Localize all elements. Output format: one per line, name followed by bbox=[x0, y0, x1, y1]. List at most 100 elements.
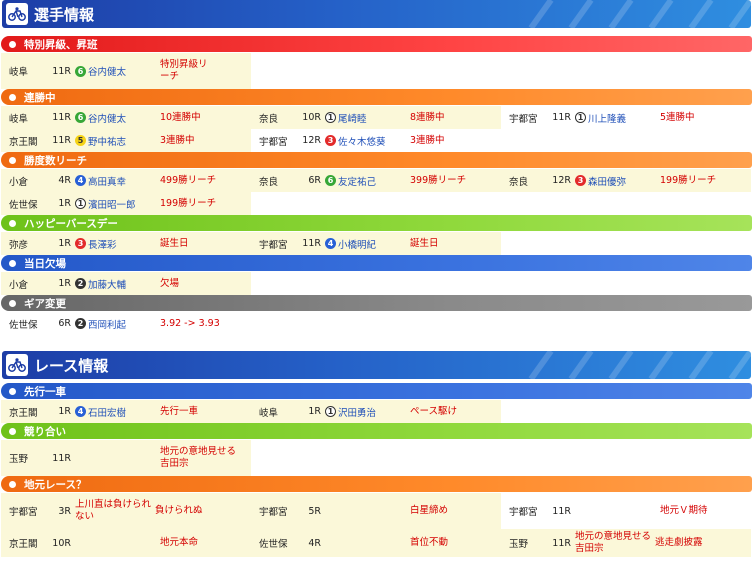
table-row: 佐世保 1R 1 濱田昭一郎 199勝リーチ bbox=[1, 192, 752, 215]
list-item: 奈良 12R 3 森田優弥 199勝リーチ bbox=[501, 169, 751, 192]
cell-race: 4R bbox=[308, 537, 321, 549]
cell-player: 野中祐志 bbox=[88, 136, 127, 148]
cell-race: 5R bbox=[308, 505, 321, 517]
cell-venue: 奈良 bbox=[509, 176, 529, 188]
cell-race: 4R bbox=[58, 175, 71, 186]
player-link[interactable]: 4 石田宏樹 bbox=[75, 405, 160, 419]
bullet-icon bbox=[9, 219, 16, 227]
player-link[interactable]: 4 高田真幸 bbox=[75, 174, 160, 188]
players-info-header: 選手情報 bbox=[2, 0, 751, 28]
race-info-header: レース情報 bbox=[2, 351, 751, 379]
bullet-icon bbox=[9, 480, 16, 488]
bike-number-badge: 1 bbox=[75, 198, 86, 209]
cell-race: 12R bbox=[552, 175, 571, 186]
bike-number-badge: 3 bbox=[75, 238, 86, 249]
player-link[interactable]: 6 友定祐己 bbox=[325, 174, 410, 188]
bullet-icon bbox=[9, 387, 16, 395]
table-row: 岐阜 11R 6 谷内健太 特別昇級リーチ bbox=[1, 53, 752, 89]
bike-number-badge: 2 bbox=[75, 278, 86, 289]
bicycle-icon bbox=[6, 354, 28, 376]
list-item: 京王閣 10R 地元本命 bbox=[1, 529, 251, 557]
cell-note: 10連勝中 bbox=[160, 111, 201, 123]
table-row: 小倉 4R 4 高田真幸 499勝リーチ 奈良 6R 6 友定祐己 399勝リーチ 奈良 12R 3… bbox=[1, 169, 752, 192]
cell-note: 地元本命 bbox=[160, 537, 199, 548]
player-link[interactable]: 5 野中祐志 bbox=[75, 134, 160, 148]
cell-note: 3.92 -> 3.93 bbox=[160, 317, 220, 329]
list-item: 宇都宮 5R 白星締め bbox=[251, 493, 501, 529]
bullet-icon bbox=[9, 427, 16, 435]
player-link[interactable]: 4 小橋明紀 bbox=[325, 237, 410, 251]
cell-race: 6R bbox=[308, 175, 321, 186]
cell-venue: 佐世保 bbox=[9, 319, 38, 331]
cell-race: 11R bbox=[52, 135, 71, 146]
cell-note: 199勝リーチ bbox=[160, 197, 217, 209]
cell-race: 1R bbox=[58, 238, 71, 249]
cell-s6: ギア変更 bbox=[24, 297, 66, 310]
player-link[interactable]: 2 加藤大輔 bbox=[75, 277, 160, 291]
cell-race: 10R bbox=[302, 112, 321, 123]
player-link[interactable]: 6 谷内健太 bbox=[75, 64, 160, 78]
player-link[interactable]: 3 佐々木悠葵 bbox=[325, 134, 410, 148]
player-link[interactable]: 1 濱田昭一郎 bbox=[75, 197, 160, 211]
cell-venue: 弥彦 bbox=[9, 239, 29, 251]
cell-race: 11R bbox=[552, 537, 571, 549]
cell-race: 6R bbox=[58, 318, 71, 329]
bike-number-badge: 2 bbox=[75, 318, 86, 329]
bike-number-badge: 6 bbox=[325, 175, 336, 186]
list-item: 岐阜 11R 6 谷内健太 10連勝中 bbox=[1, 106, 251, 129]
cell-venue: 宇都宮 bbox=[259, 507, 288, 518]
cell-player: 沢田勇治 bbox=[338, 407, 377, 419]
player-link[interactable]: 1 川上隆義 bbox=[575, 111, 660, 125]
list-item: 玉野 11R 地元の意地見せる吉田宗 逃走劇披露 bbox=[501, 529, 751, 557]
cell-venue: 岐阜 bbox=[9, 113, 29, 125]
cell-note: 先行一車 bbox=[160, 405, 199, 417]
player-link[interactable]: 2 西岡利起 bbox=[75, 317, 160, 331]
cell-note: 欠場 bbox=[160, 277, 180, 289]
cell-race: 11R bbox=[302, 238, 321, 249]
bullet-icon bbox=[9, 299, 16, 307]
list-item: 弥彦 1R 3 長澤彩 誕生日 bbox=[1, 232, 251, 255]
cell-note: 3連勝中 bbox=[410, 134, 445, 146]
player-link[interactable]: 1 沢田勇治 bbox=[325, 405, 410, 419]
cell-player: 長澤彩 bbox=[88, 239, 117, 251]
table-row: 岐阜 11R 6 谷内健太 10連勝中 奈良 10R 1 尾崎睦 8連勝中 宇都宮 11R 1 川上隆… bbox=[1, 106, 752, 129]
cell-player: 高田真幸 bbox=[88, 176, 127, 188]
list-item: 佐世保 1R 1 濱田昭一郎 199勝リーチ bbox=[1, 192, 251, 215]
cell-note: 誕生日 bbox=[410, 237, 439, 249]
cell-note: 5連勝中 bbox=[660, 111, 695, 123]
cell-s2: 連勝中 bbox=[24, 91, 56, 104]
cell-player: 谷内健太 bbox=[88, 113, 127, 125]
cell-race: 1R bbox=[58, 406, 71, 417]
player-link[interactable]: 3 長澤彩 bbox=[75, 237, 160, 251]
cell-note: 特別昇級リーチ bbox=[160, 59, 208, 82]
cell-venue: 奈良 bbox=[259, 113, 279, 125]
cell-player: 森田優弥 bbox=[588, 176, 627, 188]
bike-number-badge: 3 bbox=[575, 175, 586, 186]
list-item: 岐阜 1R 1 沢田勇治 ペース駆け bbox=[251, 400, 501, 423]
cell-venue: 宇都宮 bbox=[259, 136, 288, 148]
cell-s7: 先行一車 bbox=[24, 385, 66, 398]
table-row: 京王閣 1R 4 石田宏樹 先行一車 岐阜 1R 1 沢田勇治 ペース駆け bbox=[1, 400, 752, 423]
bullet-icon bbox=[9, 93, 16, 101]
table-row: 京王閣 11R 5 野中祐志 3連勝中 宇都宮 12R 3 佐々木悠葵 3連勝中 bbox=[1, 129, 752, 152]
cell-race: 1R bbox=[58, 278, 71, 289]
cell-player: 佐々木悠葵 bbox=[338, 136, 386, 148]
cell-venue: 宇都宮 bbox=[9, 507, 38, 518]
table-row: 玉野 11R 地元の意地見せる吉田宗 bbox=[1, 440, 752, 476]
list-item: 奈良 6R 6 友定祐己 399勝リーチ bbox=[251, 169, 501, 192]
cell-s9: 地元レース？ bbox=[24, 478, 87, 491]
cell-s1: 特別昇級、昇班 bbox=[24, 38, 98, 51]
cell-race: 3R bbox=[58, 505, 71, 517]
list-item: 宇都宮 11R 1 川上隆義 5連勝中 bbox=[501, 106, 751, 129]
cell-race: 11R bbox=[52, 112, 71, 123]
cell-venue: 奈良 bbox=[259, 176, 279, 188]
player-link[interactable]: 1 尾崎睦 bbox=[325, 111, 410, 125]
player-link[interactable]: 6 谷内健太 bbox=[75, 111, 160, 125]
bike-number-badge: 6 bbox=[75, 112, 86, 123]
cell-venue: 佐世保 bbox=[9, 199, 38, 211]
section-position-battle: 競り合い bbox=[1, 423, 752, 439]
cell-race: 11R bbox=[52, 65, 71, 77]
player-link[interactable]: 3 森田優弥 bbox=[575, 174, 660, 188]
list-item: 佐世保 6R 2 西岡利起 3.92 -> 3.93 bbox=[1, 312, 251, 335]
bike-number-badge: 4 bbox=[325, 238, 336, 249]
